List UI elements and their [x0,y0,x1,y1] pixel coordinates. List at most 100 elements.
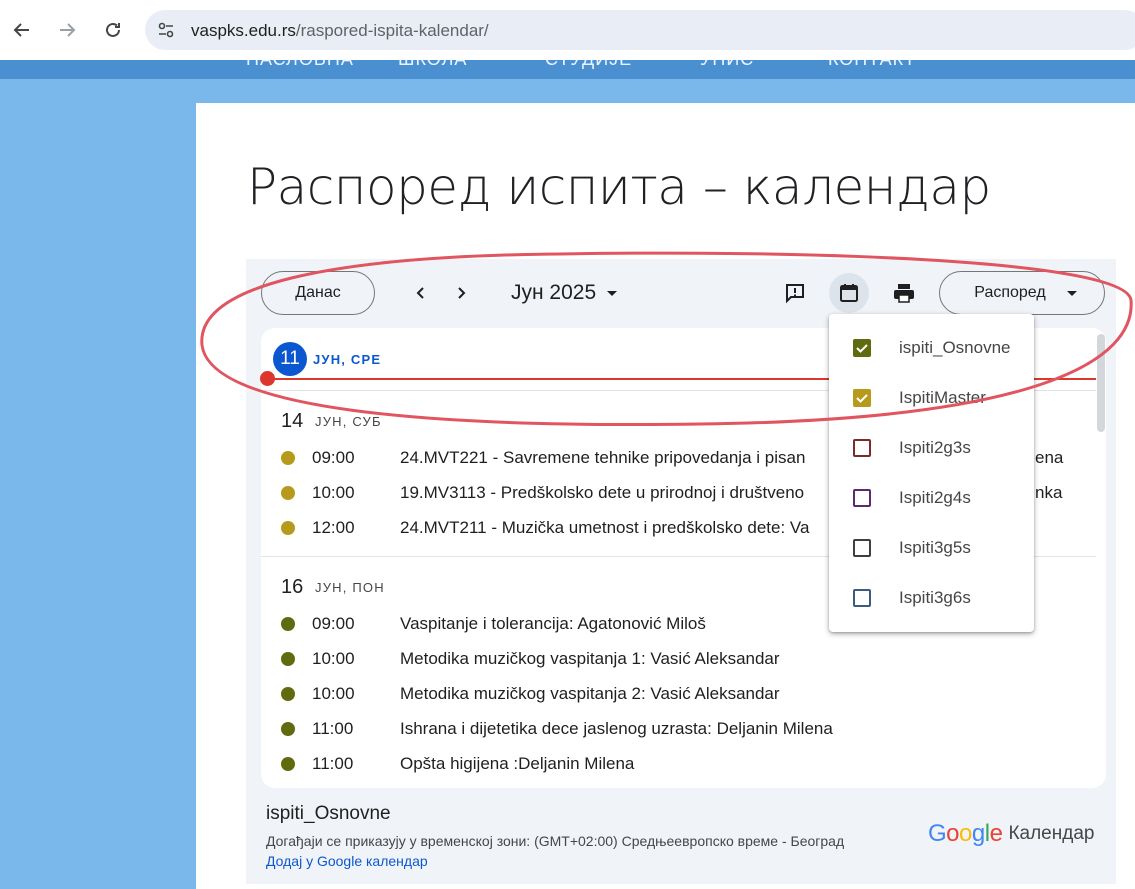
calendar-icon [840,284,858,302]
forward-button[interactable] [50,13,84,47]
event-title: Metodika muzičkog vaspitanja 2: Vasić Al… [400,684,780,703]
calendar-option-label: Ispiti3g5s [899,538,971,557]
url-path: /raspored-ispita-kalendar/ [295,21,489,40]
url-host: vaspks.edu.rs [191,21,296,40]
google-wordmark: Google [928,820,1003,847]
calendar-checkbox[interactable] [853,539,871,557]
day-header: 16 ЈУН, ПОН [281,576,385,599]
calendar-color-dot [281,652,295,666]
event-row[interactable]: 11:00 Ishrana i dijetetika dece jaslenog… [281,717,833,741]
event-row[interactable]: 10:00 Metodika muzičkog vaspitanja 2: Va… [281,682,780,706]
calendar-option[interactable]: ispiti_Osnovne [829,323,1034,373]
reload-icon [106,22,120,37]
calendar-option-label: Ispiti2g4s [899,488,971,507]
event-row[interactable]: 09:00 24.MVT221 - Savremene tehnike prip… [281,446,805,470]
calendar-checkbox[interactable] [853,589,871,607]
chevron-left-icon [416,287,424,299]
calendar-option[interactable]: IspitiMaster [829,373,1034,423]
print-button[interactable] [884,273,924,313]
event-time: 10:00 [312,684,355,703]
calendar-checkbox[interactable] [853,389,871,407]
event-time: 09:00 [312,448,355,467]
nav-item-contact[interactable]: КОНТАКТ [828,60,916,70]
event-title: Opšta higijena :Deljanin Milena [400,754,635,773]
calendar-option-label: ispiti_Osnovne [899,338,1011,357]
event-time: 12:00 [312,518,355,537]
feedback-icon [786,284,804,304]
calendar-option-label: Ispiti2g3s [899,438,971,457]
calendar-list-button[interactable] [829,273,869,313]
event-row[interactable]: 10:00 19.MV3113 - Predškolsko dete u pri… [281,481,804,505]
calendar-option-label: Ispiti3g6s [899,588,971,607]
next-button[interactable] [450,282,472,304]
event-row[interactable]: 10:00 Metodika muzičkog vaspitanja 1: Va… [281,647,780,671]
today-date-badge: 11 [273,342,307,376]
day-label: ЈУН, ПОН [315,580,385,595]
event-row[interactable]: 12:00 24.MVT211 - Muzička umetnost i pre… [281,516,809,540]
event-title: 24.MVT211 - Muzička umetnost i predškols… [400,518,810,537]
page-title: Распоред испита – календар [247,158,991,216]
event-time: 11:00 [312,719,354,738]
month-label: Јун 2025 [511,281,597,304]
event-row[interactable]: 11:00 Opšta higijena :Deljanin Milena [281,752,634,776]
today-button[interactable]: Данас [261,271,375,315]
calendar-option-label: IspitiMaster [899,388,986,407]
calendar-checkbox[interactable] [853,339,871,357]
dropdown-arrow-icon [1066,291,1077,296]
calendar-color-dot [281,757,295,771]
checkmark-icon [856,394,868,403]
event-time: 09:00 [312,614,355,633]
forward-arrow-icon [60,23,76,37]
back-button[interactable] [5,13,39,47]
calendar-checkbox[interactable] [853,439,871,457]
previous-button[interactable] [410,282,432,304]
calendar-name: ispiti_Osnovne [266,803,391,824]
day-number: 14 [281,410,304,432]
calendar-option[interactable]: Ispiti3g5s [829,523,1034,573]
calendar-option[interactable]: Ispiti2g4s [829,473,1034,523]
browser-toolbar: vaspks.edu.rs/raspored-ispita-kalendar/ [0,0,1135,60]
event-title-overflow: nka [1035,483,1063,502]
month-selector[interactable]: Јун 2025 [511,281,618,305]
calendar-option[interactable]: Ispiti2g3s [829,423,1034,473]
event-title: 24.MVT221 - Savremene tehnike pripovedan… [400,448,806,467]
calendar-color-dot [281,451,295,465]
nav-item-studies[interactable]: СТУДИЈЕ [545,60,632,70]
calendar-color-dot [281,722,295,736]
reload-button[interactable] [96,13,130,47]
calendar-color-dot [281,486,295,500]
event-time: 10:00 [312,483,355,502]
event-title: 19.MV3113 - Predškolsko dete u prirodnoj… [400,483,805,502]
calendar-color-dot [281,521,295,535]
checkmark-icon [856,344,868,353]
today-date-label: ЈУН, СРЕ [313,352,382,367]
site-navigation: НАСЛОВНА ШКОЛА СТУДИЈЕ УПИС КОНТАКТ [0,60,1135,79]
calendar-checkbox[interactable] [853,489,871,507]
calendar-list-dropdown: ispiti_Osnovne IspitiMaster Ispiti2g3s I… [829,314,1034,632]
site-settings-icon[interactable] [157,21,175,44]
feedback-button[interactable] [775,273,815,313]
chevron-right-icon [458,287,466,299]
calendar-color-dot [281,687,295,701]
address-bar[interactable]: vaspks.edu.rs/raspored-ispita-kalendar/ [145,10,1135,50]
event-title: Metodika muzičkog vaspitanja 1: Vasić Al… [400,649,780,668]
back-arrow-icon [13,23,29,37]
nav-item-enrollment[interactable]: УПИС [700,60,754,70]
print-icon [894,284,914,303]
event-row[interactable]: 09:00 Vaspitanje i tolerancija: Agatonov… [281,612,706,636]
calendar-product-name: Календар [1008,823,1095,844]
google-calendar-logo[interactable]: Google Календар [928,820,1094,848]
calendar-option[interactable]: Ispiti3g6s [829,573,1034,623]
calendar-color-dot [281,617,295,631]
timezone-note: Догађаји се приказују у временској зони:… [266,833,845,849]
day-number: 16 [281,576,304,598]
view-label: Распоред [974,284,1046,301]
scrollbar[interactable] [1097,334,1105,432]
nav-item-school[interactable]: ШКОЛА [398,60,467,70]
dropdown-arrow-icon [607,291,618,296]
view-selector-button[interactable]: Распоред [939,271,1105,315]
event-time: 10:00 [312,649,355,668]
add-to-google-calendar-link[interactable]: Додај у Google календар [266,853,428,869]
event-title: Vaspitanje i tolerancija: Agatonović Mil… [400,614,706,633]
nav-item-home[interactable]: НАСЛОВНА [246,60,354,70]
